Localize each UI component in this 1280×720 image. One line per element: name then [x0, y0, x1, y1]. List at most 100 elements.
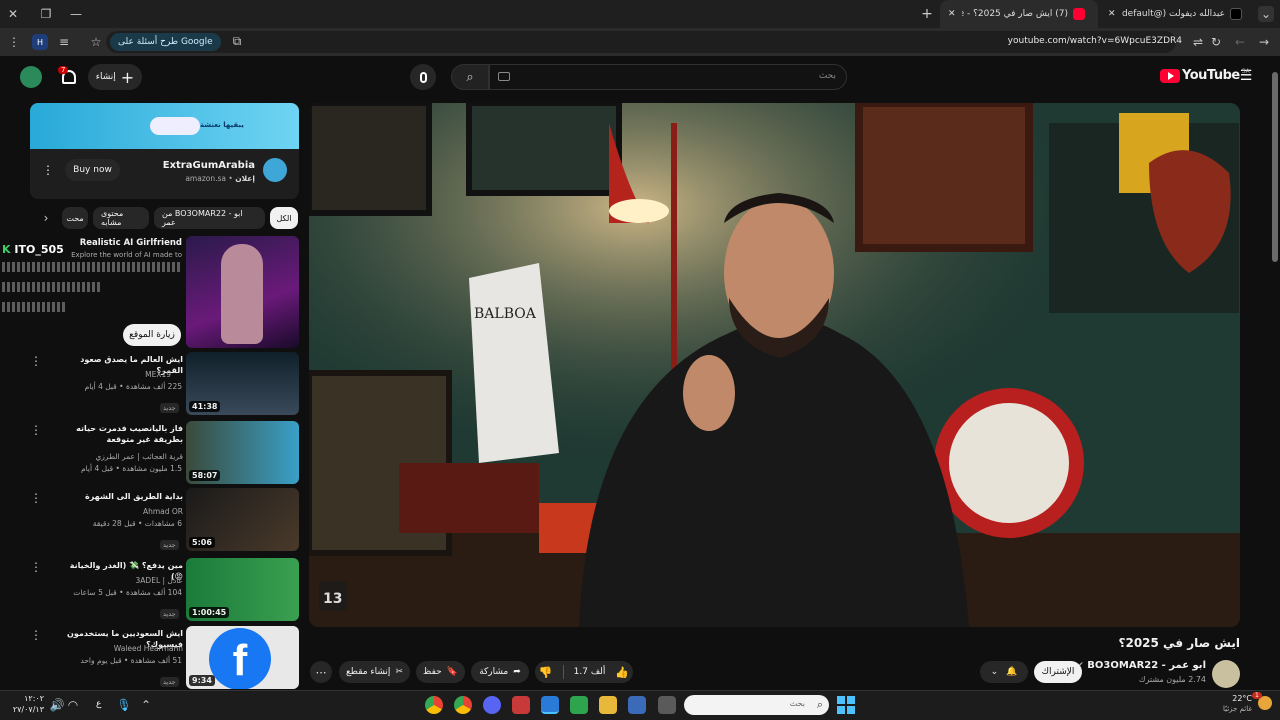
forward-icon[interactable]: ← [1232, 34, 1248, 50]
wifi-icon[interactable]: ◠ [66, 697, 80, 713]
video-channel-4[interactable]: عادل | 3ADEL [58, 575, 183, 586]
chip-more[interactable]: محت [62, 207, 88, 229]
chrome-icon[interactable] [425, 696, 443, 714]
keyboard-icon[interactable] [498, 72, 510, 81]
mic-tray-icon[interactable]: 🎙 [116, 697, 131, 713]
like-icon[interactable]: 👍 [615, 666, 629, 679]
app-icon-green[interactable] [570, 696, 588, 714]
tab-youtube[interactable]: (7) ايش صار في 2025؟ - YouTube ✕ [940, 0, 1098, 28]
ad-banner[interactable]: يبقيها نعنشة [30, 103, 299, 149]
profile-avatar[interactable]: H [32, 34, 48, 50]
chip-related[interactable]: محتوى مشابه [93, 207, 149, 229]
chip-from-channel[interactable]: من BO3OMAR22 - ابو عمر [154, 207, 265, 229]
promo-title[interactable]: Realistic AI Girlfriend [60, 238, 182, 248]
tune-icon[interactable]: ⇌ [1190, 34, 1206, 50]
file-explorer-icon[interactable] [599, 696, 617, 714]
k-icon: K [2, 243, 11, 256]
window-minimize-icon[interactable]: — [68, 6, 84, 22]
ad-card[interactable]: يبقيها نعنشة ExtraGumArabia إعلان • amaz… [30, 103, 299, 199]
ad-sub: إعلان • amazon.sa [185, 174, 255, 183]
start-button[interactable] [837, 696, 855, 714]
bookmark-star-icon[interactable]: ☆ [88, 34, 104, 50]
channel-watermark-icon: 13 [319, 581, 347, 611]
tab-list-icon[interactable]: ⌄ [1258, 6, 1274, 22]
account-avatar[interactable] [20, 66, 42, 88]
video-thumbnail-5[interactable]: f 9:34 [186, 626, 299, 689]
new-tab-button[interactable]: + [918, 5, 936, 23]
app-icon-blue[interactable] [541, 696, 559, 714]
video-meta-3: 6 مشاهدات • قبل 28 دقيقة [92, 519, 182, 528]
ad-menu-icon[interactable]: ⋮ [42, 163, 54, 177]
new-badge-5: جديد [160, 669, 179, 688]
search-button[interactable]: ⌕ [451, 64, 489, 90]
volume-icon[interactable]: 🔊 [50, 697, 65, 713]
extensions-icon[interactable]: ≡ [56, 34, 72, 50]
like-count[interactable]: 1.7 ألف [574, 667, 606, 677]
new-badge-1: جديد [160, 395, 179, 414]
video-title-3[interactable]: بداية الطريق الى الشهرة [58, 491, 183, 502]
discord-icon[interactable] [483, 696, 501, 714]
task-view-icon[interactable] [658, 696, 676, 714]
voice-search-button[interactable] [410, 64, 436, 90]
video-channel-2[interactable]: قرية العجائب | عمر الطرزي [58, 451, 183, 462]
language-indicator[interactable]: ع [96, 699, 101, 709]
store-icon[interactable] [628, 696, 646, 714]
video-menu-icon[interactable]: ⋮ [30, 354, 42, 368]
install-icon[interactable]: ⧉ [230, 34, 244, 48]
ask-google-chip[interactable]: طرح أسئلة على Google [110, 33, 221, 51]
search-icon: ⌕ [466, 69, 474, 85]
window-maximize-icon[interactable]: ❐ [38, 6, 54, 22]
video-menu-icon[interactable]: ⋮ [30, 423, 42, 437]
back-icon[interactable]: → [1256, 34, 1272, 50]
video-thumbnail-1[interactable]: 41:38 [186, 352, 299, 415]
buy-now-button[interactable]: Buy now [65, 159, 120, 181]
promo-thumbnail[interactable] [186, 236, 299, 348]
search-input[interactable]: بحث [489, 64, 847, 90]
taskbar-search[interactable]: ⌕ بحث [684, 695, 829, 715]
channel-name[interactable]: ابو عمر - BO3OMAR22 ✔ [1076, 660, 1206, 671]
video-menu-icon[interactable]: ⋮ [30, 491, 42, 505]
video-meta-4: 104 ألف مشاهدة • قبل 5 ساعات [73, 588, 182, 597]
notification-bell-dropdown[interactable]: ⌄ 🔔 [980, 661, 1028, 683]
video-menu-icon[interactable]: ⋮ [30, 628, 42, 642]
video-menu-icon[interactable]: ⋮ [30, 560, 42, 574]
tray-overflow-icon[interactable]: ⌃ [140, 697, 152, 713]
close-tab-icon[interactable]: ✕ [1108, 9, 1116, 19]
share-button[interactable]: مشاركة ➦ [471, 661, 529, 683]
notifications-button[interactable]: 7 [58, 66, 80, 88]
page-scrollbar[interactable] [1272, 60, 1278, 690]
visit-site-button[interactable]: زيارة الموقع [123, 324, 181, 346]
youtube-logo[interactable]: YouTube SA [1160, 68, 1250, 83]
video-thumbnail-3[interactable]: 5:06 [186, 488, 299, 551]
chip-all[interactable]: الكل [270, 207, 298, 229]
browser-menu-icon[interactable]: ⋮ [6, 34, 22, 50]
chevron-right-icon[interactable]: › [38, 210, 54, 226]
chrome-icon-2[interactable] [454, 696, 472, 714]
app-icon-red[interactable] [512, 696, 530, 714]
omnibox[interactable]: youtube.com/watch?v=6WpcuE3ZDR4 ⇌ [106, 31, 1203, 53]
create-button[interactable]: إنشاء + [88, 64, 142, 90]
channel-avatar[interactable] [1212, 660, 1240, 688]
subscribe-button[interactable]: الإشتراك [1034, 661, 1082, 683]
dislike-button[interactable]: 👎 [539, 666, 553, 679]
save-button[interactable]: حفظ 🔖 [416, 661, 465, 683]
video-channel-3[interactable]: Ahmad OR [58, 506, 183, 517]
video-player[interactable]: BALBOA 13 [309, 103, 1240, 627]
video-title-2[interactable]: فاز باليانصيب فدمرت حياته بطريقة غير متو… [58, 423, 183, 445]
scissors-icon: ✂ [395, 667, 403, 677]
reload-icon[interactable]: ↻ [1208, 34, 1224, 50]
new-badge-4: جديد [160, 601, 179, 620]
video-thumbnail-4[interactable]: 1:00:45 [186, 558, 299, 621]
close-tab-icon[interactable]: ✕ [948, 9, 956, 19]
weather-widget[interactable]: 1 22°C غائم جزئيًا [1223, 692, 1278, 718]
video-channel-5[interactable]: Waleed Hearmann [58, 643, 183, 654]
clock[interactable]: ١٢:٠٢ ٢٧/٠٧/١٣ [10, 693, 44, 715]
scrollbar-thumb[interactable] [1272, 72, 1278, 262]
video-channel-1[interactable]: MEX19 [46, 369, 171, 380]
window-close-icon[interactable]: ✕ [5, 6, 21, 22]
more-actions-button[interactable]: ⋯ [310, 661, 332, 683]
tab-tiktok[interactable]: عبدالله ديفولت (@llah_default ✕ [1100, 0, 1255, 28]
subscriber-count: 2.74 مليون مشترك [1138, 675, 1206, 684]
video-thumbnail-2[interactable]: 58:07 [186, 421, 299, 484]
clip-button[interactable]: إنشاء مقطع ✂ [339, 661, 410, 683]
